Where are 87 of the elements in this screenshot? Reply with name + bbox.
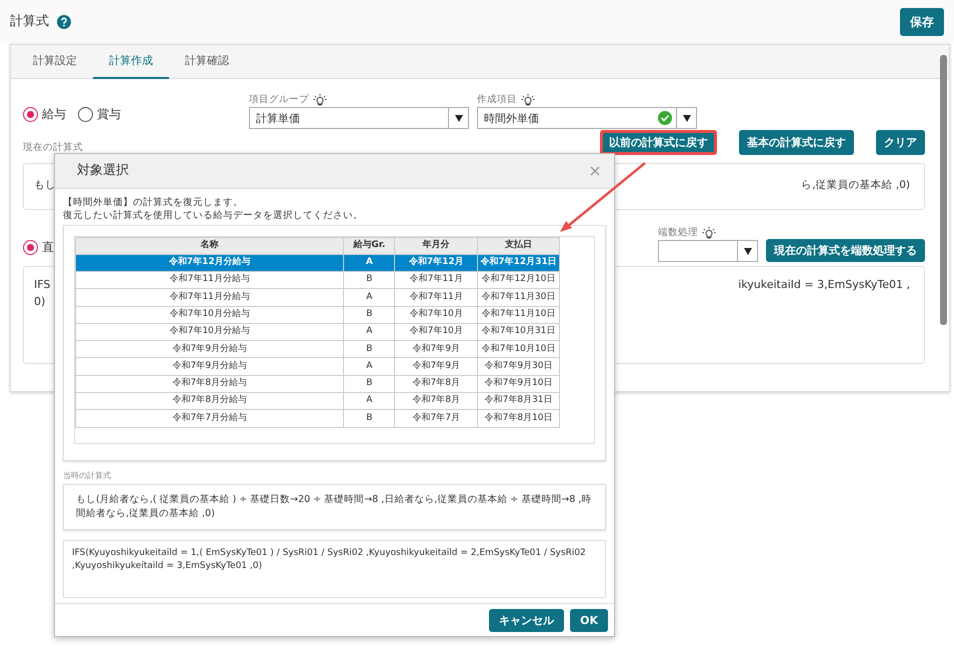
- radio-label: 直: [42, 239, 54, 256]
- table-cell[interactable]: 令和7年9月: [394, 358, 478, 376]
- section-label: 現在の計算式: [23, 140, 83, 155]
- page-title: 計算式: [10, 13, 49, 32]
- formula-text: IFS: [34, 277, 50, 293]
- dropdown-caret-icon[interactable]: [744, 248, 752, 254]
- table-cell[interactable]: 令和7年11月: [394, 271, 478, 289]
- action-button[interactable]: クリア: [876, 130, 925, 155]
- lightbulb-icon: [702, 226, 716, 239]
- table-cell[interactable]: B: [344, 410, 395, 428]
- save-button[interactable]: 保存: [900, 8, 944, 36]
- tab[interactable]: 計算確認: [169, 45, 245, 79]
- table-cell[interactable]: B: [344, 340, 395, 358]
- table-cell[interactable]: 令和7年10月分給与: [76, 323, 344, 341]
- formula-text: もし: [34, 178, 56, 193]
- scrollbar[interactable]: [940, 55, 947, 325]
- column-header: 年月分: [394, 237, 478, 254]
- table-cell[interactable]: A: [344, 254, 395, 272]
- lightbulb-icon: [313, 94, 327, 106]
- column-header: 名称: [76, 237, 344, 254]
- table-cell[interactable]: 令和7年10月分給与: [76, 306, 344, 324]
- table-cell[interactable]: 令和7年12月分給与: [76, 254, 344, 272]
- tab[interactable]: 計算作成: [93, 45, 169, 79]
- dropdown-caret-icon[interactable]: [682, 114, 690, 122]
- field-label: 項目グループ: [249, 92, 309, 107]
- radio-button[interactable]: [23, 240, 38, 254]
- action-button[interactable]: 基本の計算式に戻す: [739, 130, 854, 155]
- column-header: 支払日: [478, 237, 560, 254]
- table-cell[interactable]: 令和7年12月: [394, 254, 478, 272]
- formula-code: IFS(Kyuyoshikyukeitaild = 1,( EmSysKyTe01 ) / SysRi01 / SysRi02 ,Kyuyoshikyukeitaild = 2,EmSysKyTe01 / SysRi02 ,Kyuyoshikyukeitaild = 3,EmSysKyTe01 ,0): [63, 540, 606, 598]
- section-label: 当時の計算式: [62, 470, 112, 482]
- table-cell[interactable]: A: [344, 358, 395, 376]
- radio-button[interactable]: [78, 106, 93, 122]
- formula-text: ら,従業員の基本給 ,0): [801, 178, 910, 193]
- field-label: 作成項目: [477, 92, 517, 107]
- table-cell[interactable]: 令和7年9月分給与: [76, 358, 344, 376]
- table-cell[interactable]: 令和7年7月分給与: [76, 410, 344, 428]
- table-cell[interactable]: B: [344, 306, 395, 324]
- table-cell[interactable]: 令和7年8月: [394, 392, 478, 410]
- action-button[interactable]: 現在の計算式を端数処理する: [766, 238, 925, 262]
- help-icon[interactable]: [57, 14, 71, 29]
- table-cell[interactable]: 令和7年8月10日: [478, 410, 560, 428]
- radio-button[interactable]: [23, 106, 38, 122]
- table-cell[interactable]: 令和7年12月31日: [478, 254, 560, 272]
- table-cell[interactable]: 令和7年9月30日: [478, 358, 560, 376]
- select-field[interactable]: 時間外単価: [477, 107, 697, 129]
- table-cell[interactable]: B: [344, 271, 395, 289]
- dialog-button[interactable]: キャンセル: [489, 608, 564, 632]
- lightbulb-icon: [521, 94, 535, 106]
- table-cell[interactable]: 令和7年9月: [394, 340, 478, 358]
- table-cell[interactable]: A: [344, 323, 395, 341]
- message-text: 【時間外単価】の計算式を復元します。: [63, 197, 244, 210]
- table-cell[interactable]: 令和7年9月10日: [478, 375, 560, 392]
- table-cell[interactable]: 令和7年11月10日: [478, 306, 560, 324]
- radio-label: 給与: [42, 106, 66, 123]
- dropdown-caret-icon[interactable]: [454, 114, 462, 122]
- table-cell[interactable]: 令和7年10月31日: [478, 323, 560, 341]
- table-cell[interactable]: B: [344, 375, 395, 392]
- table-cell[interactable]: 令和7年8月31日: [478, 392, 560, 410]
- table-cell[interactable]: 令和7年8月分給与: [76, 375, 344, 392]
- table-cell[interactable]: 令和7年12月10日: [478, 271, 560, 289]
- table-cell[interactable]: 令和7年10月: [394, 306, 478, 324]
- table-cell[interactable]: 令和7年8月: [394, 375, 478, 392]
- select-field[interactable]: [658, 240, 758, 262]
- table-cell[interactable]: A: [344, 392, 395, 410]
- table-cell[interactable]: 令和7年11月: [394, 288, 478, 306]
- radio-label: 賞与: [97, 106, 121, 123]
- table-cell[interactable]: A: [344, 288, 395, 306]
- table-cell[interactable]: 令和7年10月10日: [478, 340, 560, 358]
- message-text: 復元したい計算式を使用している給与データを選択してください。: [63, 210, 364, 223]
- table-cell[interactable]: 令和7年11月分給与: [76, 271, 344, 289]
- table-cell[interactable]: 令和7年11月30日: [478, 288, 560, 306]
- column-header: 給与Gr.: [344, 237, 395, 254]
- formula-text: 0): [34, 294, 46, 310]
- formula-text: もし(月給者なら,( 従業員の基本給 ) ÷ 基礎日数→20 ÷ 基礎時間→8 ,日給者なら,従業員の基本給 ÷ 基礎時間→8 ,時間給者なら,従業員の基本給 ,0): [63, 484, 606, 530]
- tab[interactable]: 計算設定: [17, 45, 93, 79]
- table-cell[interactable]: 令和7年8月分給与: [76, 392, 344, 410]
- formula-text: ikyukeitaiId = 3,EmSysKyTe01 ,: [738, 277, 910, 293]
- table-cell[interactable]: 令和7年10月: [394, 323, 478, 341]
- field-label: 端数処理: [658, 226, 698, 240]
- table-cell[interactable]: 令和7年9月分給与: [76, 340, 344, 358]
- table-cell[interactable]: 令和7年11月分給与: [76, 288, 344, 306]
- action-button[interactable]: 以前の計算式に戻す: [600, 130, 717, 155]
- select-field[interactable]: 計算単価: [249, 107, 469, 129]
- dialog-title: 対象選択: [77, 162, 129, 180]
- table-cell[interactable]: 令和7年7月: [394, 410, 478, 428]
- dialog-button[interactable]: OK: [570, 608, 608, 632]
